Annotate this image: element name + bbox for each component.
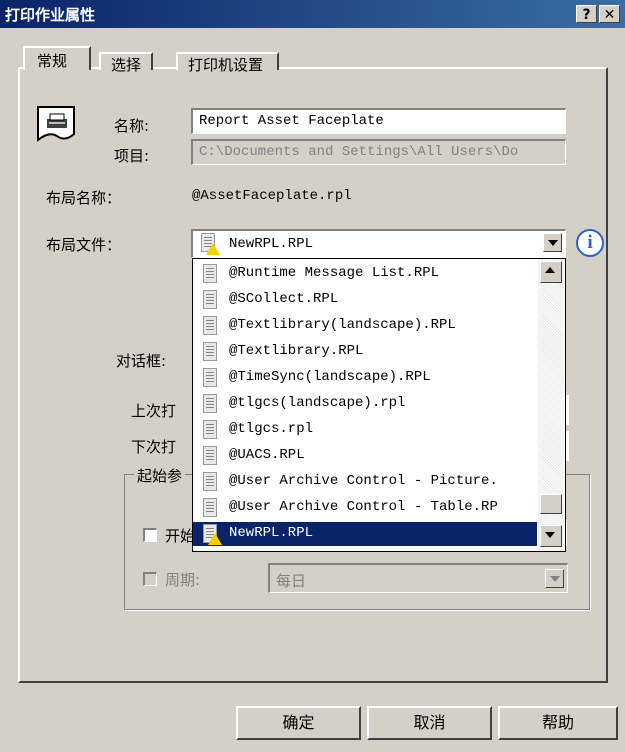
next-print-label: 下次打 [131,438,177,456]
start-checkbox-label: 开始 [165,527,196,545]
list-item[interactable]: @Runtime Message List.RPL [193,262,537,286]
tab-select[interactable]: 选择 [99,52,154,74]
rpl-file-icon [203,420,217,439]
period-label: 周期: [165,571,201,589]
start-params-label: 起始参 [134,465,186,486]
ok-button[interactable]: 确定 [236,706,361,740]
period-select: 每日 [268,563,568,593]
layout-name-value: @AssetFaceplate.rpl [192,188,352,204]
rpl-file-icon [203,316,217,335]
rpl-file-icon [203,472,217,491]
period-value: 每日 [276,572,307,590]
period-dropdown-arrow [545,569,564,588]
list-item[interactable]: @Textlibrary(landscape).RPL [193,314,537,338]
scroll-up-button[interactable] [540,261,562,283]
rpl-file-icon [203,368,217,387]
start-checkbox[interactable] [143,528,157,542]
last-print-label: 上次打 [131,402,177,420]
list-item[interactable]: @Textlibrary.RPL [193,340,537,364]
warning-icon [206,243,220,255]
project-input: C:\Documents and Settings\All Users\Do [191,139,566,165]
printer-job-icon [35,104,79,148]
list-item[interactable]: @TimeSync(landscape).RPL [193,366,537,390]
tab-general[interactable]: 常规 [23,46,92,70]
period-checkbox[interactable] [143,572,157,586]
name-label: 名称: [114,117,150,135]
warning-icon [208,533,222,545]
list-item[interactable]: @SCollect.RPL [193,288,537,312]
cancel-button[interactable]: 取消 [367,706,492,740]
rpl-file-icon [203,290,217,309]
close-button[interactable]: ✕ [599,5,620,23]
layout-file-selected: NewRPL.RPL [229,236,314,252]
list-item[interactable]: @User Archive Control - Picture. [193,470,537,494]
layout-file-dropdown-list[interactable]: @Runtime Message List.RPL @SCollect.RPL … [192,258,566,552]
name-input[interactable]: Report Asset Faceplate [191,108,566,134]
info-icon[interactable]: i [576,229,604,257]
list-item[interactable]: @UACS.RPL [193,444,537,468]
project-label: 项目: [114,147,150,165]
rpl-file-icon [203,446,217,465]
layout-file-label: 布局文件： [46,236,122,254]
dialog-label: 对话框: [116,352,167,370]
list-item[interactable]: @User Archive Control - Table.RP [193,496,537,520]
layout-name-label: 布局名称： [46,189,122,207]
layout-file-combo[interactable]: NewRPL.RPL [191,229,566,258]
help-button[interactable]: ? [576,5,597,23]
rpl-file-icon [203,394,217,413]
window-title: 打印作业属性 [5,6,96,24]
tab-printer-settings[interactable]: 打印机设置 [176,52,280,74]
list-item[interactable]: @tlgcs(landscape).rpl [193,392,537,416]
list-item-selected[interactable]: NewRPL.RPL [193,522,537,546]
scroll-thumb[interactable] [540,494,562,514]
layout-file-dropdown-arrow[interactable] [543,233,562,252]
list-item[interactable]: @tlgcs.rpl [193,418,537,442]
rpl-file-icon [203,264,217,283]
help-dialog-button[interactable]: 帮助 [498,706,618,740]
scroll-down-button[interactable] [540,525,562,547]
rpl-file-icon [203,498,217,517]
rpl-file-icon [203,342,217,361]
